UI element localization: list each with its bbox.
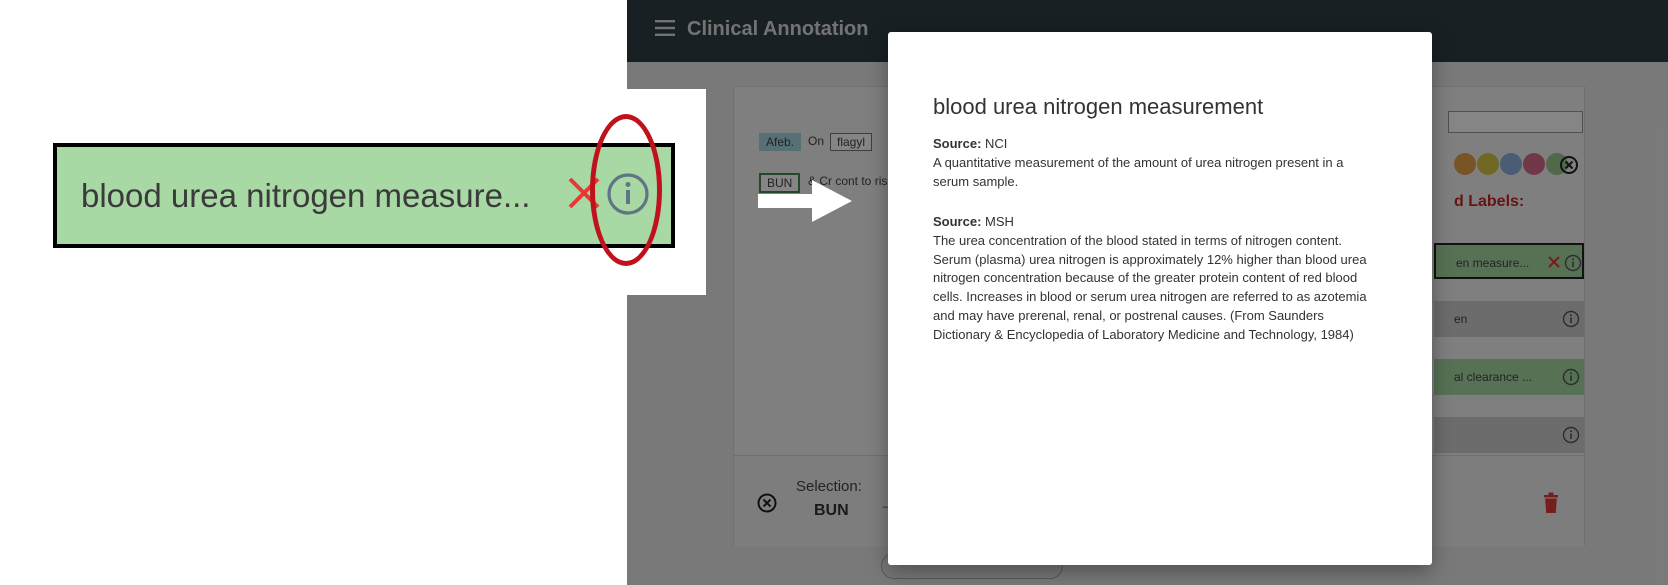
zoomed-label-chip[interactable]: blood urea nitrogen measure... [53, 143, 675, 248]
dialog-title: blood urea nitrogen measurement [933, 94, 1264, 119]
right-arrow-icon [758, 180, 852, 222]
source-name: NCI [985, 136, 1008, 151]
source-name: MSH [985, 214, 1014, 229]
source-description: A quantitative measurement of the amount… [933, 154, 1344, 189]
source-prefix: Source: [933, 214, 982, 229]
zoomed-chip-label: blood urea nitrogen measure... [81, 177, 531, 214]
source-msh: Source: MSH The urea concentration of th… [933, 213, 1383, 345]
info-dialog: blood urea nitrogen measurement Source: … [888, 32, 1432, 565]
highlight-ellipse [590, 114, 662, 266]
source-prefix: Source: [933, 136, 982, 151]
source-nci: Source: NCI A quantitative measurement o… [933, 135, 1383, 191]
source-description: The urea concentration of the blood stat… [933, 232, 1367, 342]
